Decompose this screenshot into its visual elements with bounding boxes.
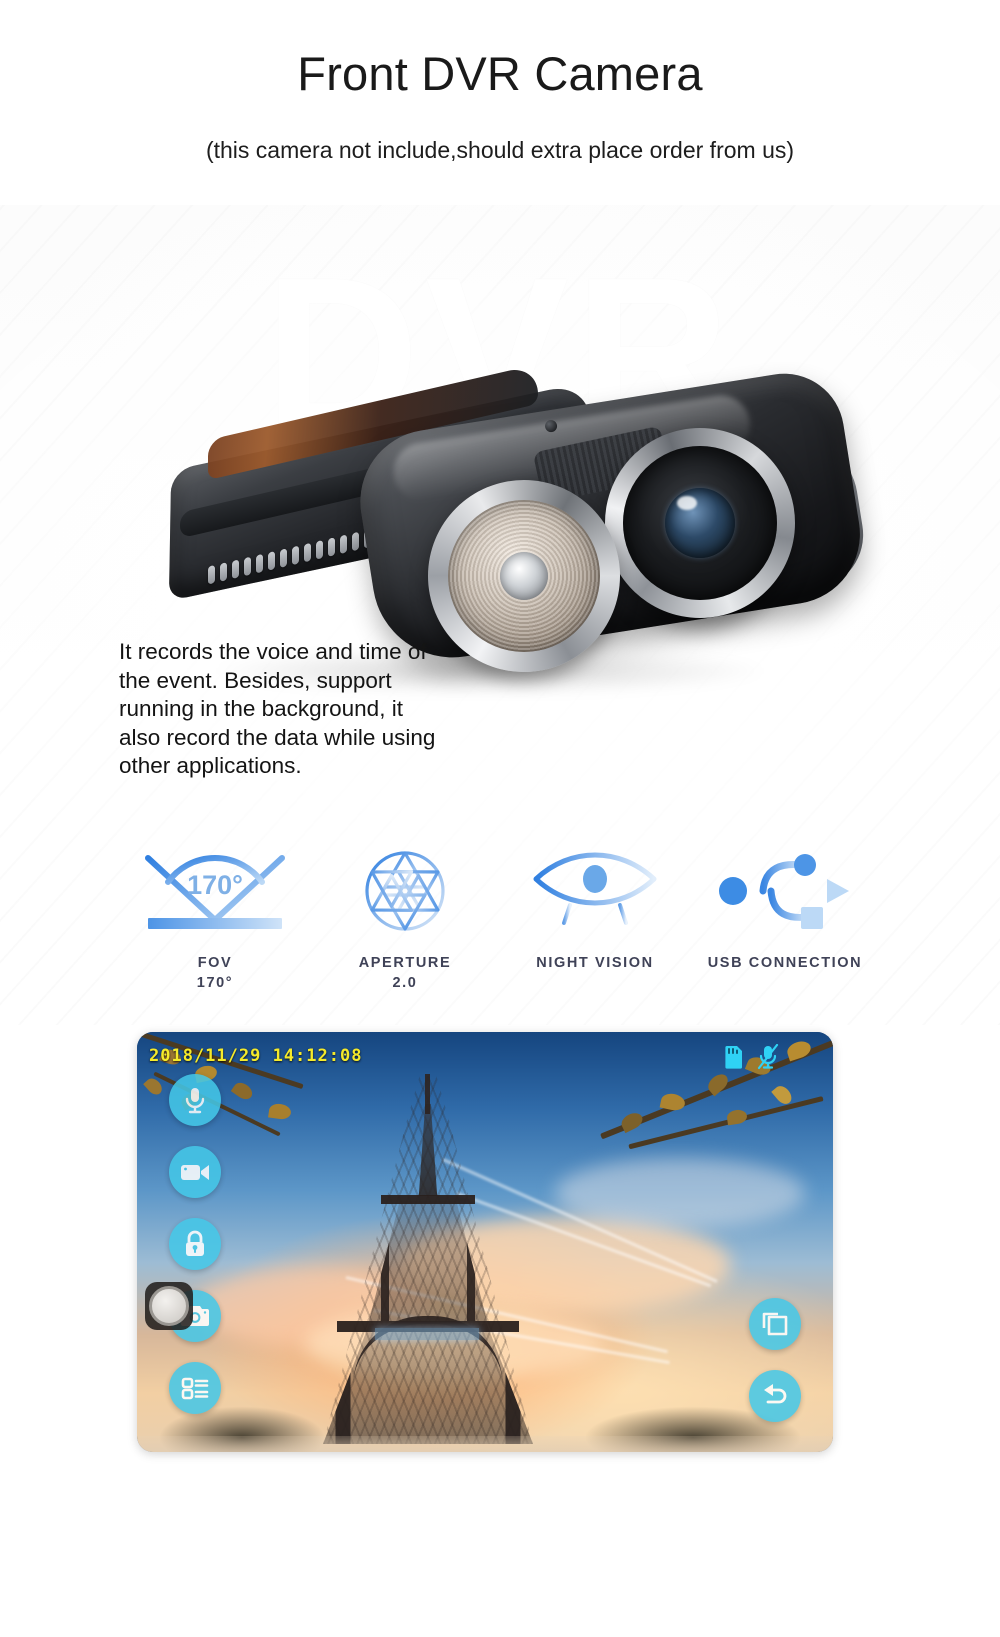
feature-sublabel: 2.0 (392, 975, 418, 991)
app-preview-ground (137, 1436, 833, 1452)
video-camera-icon (181, 1165, 209, 1180)
sd-card-icon (725, 1046, 742, 1069)
usb-icon (690, 845, 880, 937)
camera-speaker-center (500, 552, 548, 600)
page-subtitle: (this camera not include,should extra pl… (205, 137, 795, 163)
feature-label: FOV (197, 955, 233, 971)
tower-second-deck (381, 1195, 475, 1204)
video-record-button[interactable] (169, 1146, 221, 1198)
feature-label: USB CONNECTION (707, 955, 863, 971)
feature-sublabel: 170° (196, 975, 234, 991)
page-title: Front DVR Camera (297, 47, 703, 100)
copy-layers-icon (762, 1312, 788, 1336)
camera-speaker-inner (448, 500, 600, 652)
aperture-icon (310, 845, 500, 937)
feature-usb: USB CONNECTION (690, 845, 880, 973)
feature-night-vision: NIGHT VISION (500, 845, 690, 973)
tower-sign (375, 1328, 479, 1340)
microphone-icon (185, 1088, 205, 1114)
copy-layers-button[interactable] (749, 1298, 801, 1350)
foliage-right (533, 1032, 833, 1292)
file-list-button[interactable] (169, 1362, 221, 1414)
app-left-button-column (169, 1074, 221, 1414)
list-icon (181, 1377, 209, 1400)
dvr-app-screenshot: 2018/11/29 14:12:08 (137, 1032, 833, 1452)
tower-spire (425, 1074, 430, 1114)
feature-aperture: APERTURE 2.0 (310, 845, 500, 993)
page-header: Front DVR Camera (this camera not includ… (0, 0, 1000, 205)
status-icon-group (723, 1044, 779, 1070)
product-description: It records the voice and time of the eve… (119, 639, 436, 778)
feature-label: APERTURE (358, 955, 452, 971)
fov-angle-icon: 170° (120, 845, 310, 937)
fov-icon-value: 170° (187, 870, 243, 900)
camera-main-lens-glass (665, 488, 735, 558)
feature-specs-row: 170° FOV 170° APERTURE 2.0 NIGHT VISION … (120, 845, 880, 1005)
night-vision-eye-icon (500, 845, 690, 937)
home-button-ring (149, 1286, 189, 1326)
home-button-icon[interactable] (145, 1282, 193, 1330)
camera-main-lens-ring (605, 428, 795, 618)
camera-main-lens-inner (623, 446, 777, 600)
back-button[interactable] (749, 1370, 801, 1422)
lock-button[interactable] (169, 1218, 221, 1270)
microphone-muted-icon (757, 1044, 779, 1070)
feature-label: NIGHT VISION (536, 955, 654, 971)
recording-timestamp: 2018/11/29 14:12:08 (149, 1046, 363, 1066)
back-arrow-icon (764, 1384, 787, 1404)
camera-speaker-ring (428, 480, 620, 672)
feature-fov: 170° FOV 170° (120, 845, 310, 993)
camera-lens-highlight (677, 496, 697, 510)
lock-icon (186, 1230, 204, 1256)
microphone-button[interactable] (169, 1074, 221, 1126)
app-right-button-column (749, 1298, 801, 1422)
product-detail-page: Front DVR Camera (this camera not includ… (0, 0, 1000, 1637)
